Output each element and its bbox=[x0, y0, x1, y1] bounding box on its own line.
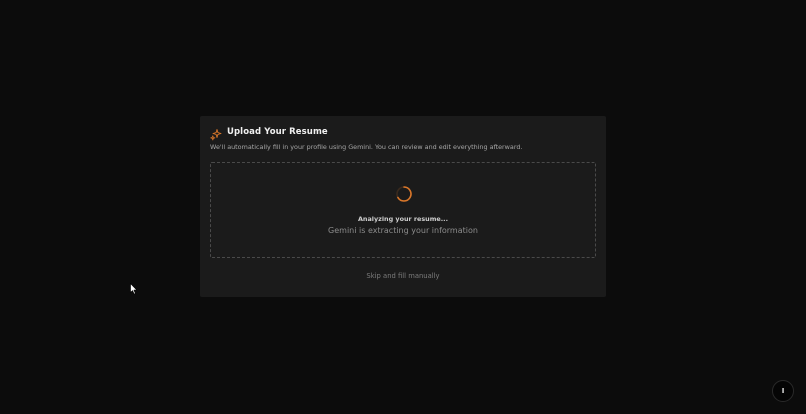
card-header: Upload Your Resume bbox=[210, 126, 328, 141]
mouse-cursor-icon bbox=[130, 280, 138, 295]
card-description: We'll automatically fill in your profile… bbox=[210, 143, 523, 151]
upload-resume-card: Upload Your Resume We'll automatically f… bbox=[200, 116, 606, 297]
loading-spinner-icon bbox=[395, 185, 413, 203]
resume-dropzone[interactable]: Analyzing your resume... Gemini is extra… bbox=[210, 162, 596, 258]
floating-button-label: I bbox=[781, 386, 785, 395]
sparkle-icon bbox=[210, 126, 222, 141]
floating-action-button[interactable]: I bbox=[772, 380, 794, 402]
analyzing-status: Analyzing your resume... bbox=[357, 215, 449, 223]
card-title: Upload Your Resume bbox=[227, 127, 328, 137]
extracting-status: Gemini is extracting your information bbox=[328, 226, 478, 235]
skip-fill-manually-link[interactable]: Skip and fill manually bbox=[200, 272, 606, 280]
page-background: Upload Your Resume We'll automatically f… bbox=[0, 0, 806, 414]
